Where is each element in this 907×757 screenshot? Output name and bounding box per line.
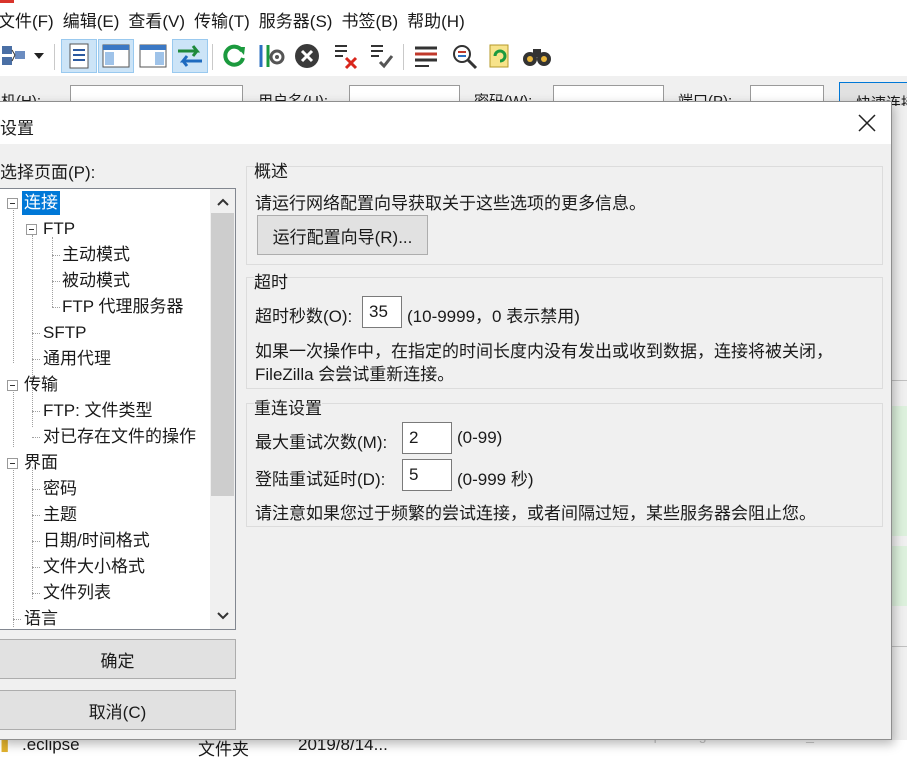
compare-icon[interactable] [446, 39, 482, 73]
run-wizard-button[interactable]: 运行配置向导(R)... [257, 215, 428, 255]
cancel-icon[interactable] [289, 39, 325, 73]
reconnect-icon[interactable] [363, 39, 399, 73]
settings-page-tree[interactable]: 连接 FTP 主动模式 被动模式 FTP 代理服务器 SFTP 通用代理 传输 … [0, 188, 236, 630]
reconnect-title: 重连设置 [254, 394, 322, 419]
ok-button[interactable]: 确定 [0, 639, 236, 679]
cancel-button[interactable]: 取消(C) [0, 690, 236, 730]
search-icon[interactable] [519, 39, 555, 73]
directory-filter-icon[interactable] [408, 39, 444, 73]
site-manager-icon[interactable] [0, 39, 28, 73]
menu-server[interactable]: 服务器(S) [259, 7, 342, 32]
tree-item-generic-proxy[interactable]: 通用代理 [43, 347, 111, 371]
menu-view[interactable]: 查看(V) [128, 7, 194, 32]
tree-item-connection[interactable]: 连接 [22, 191, 60, 215]
timeout-label: 超时秒数(O): [255, 307, 353, 326]
tree-item-active-mode[interactable]: 主动模式 [62, 243, 130, 267]
settings-dialog: 设置 选择页面(P): 连接 FTP 主动模式 被动模式 FTP 代理服务器 S… [0, 101, 892, 740]
tree-item-ftp-proxy[interactable]: FTP 代理服务器 [62, 295, 184, 319]
close-icon[interactable] [848, 108, 886, 138]
window-edge-mark [0, 0, 14, 3]
retries-input[interactable]: 2 [402, 422, 452, 454]
reconnect-note: 请注意如果您过于频繁的尝试连接，或者间隔过短，某些服务器会阻止您。 [255, 504, 816, 523]
dialog-titlebar: 设置 [0, 102, 891, 144]
timeout-hint: (10-9999，0 表示禁用) [407, 307, 580, 326]
tree-collapse-icon[interactable] [7, 380, 18, 391]
sync-browse-icon[interactable] [482, 39, 518, 73]
tree-item-passive-mode[interactable]: 被动模式 [62, 269, 130, 293]
tree-item-date-time-format[interactable]: 日期/时间格式 [43, 529, 150, 553]
menu-bar: 文件(F) 编辑(E) 查看(V) 传输(T) 服务器(S) 书签(B) 帮助(… [0, 0, 907, 38]
toolbar [0, 38, 907, 76]
tree-collapse-icon[interactable] [26, 224, 37, 235]
scroll-up-icon[interactable] [210, 191, 235, 213]
tree-scrollbar[interactable] [210, 189, 235, 629]
scroll-down-icon[interactable] [210, 605, 235, 627]
select-page-label: 选择页面(P): [0, 163, 96, 182]
scrollbar-thumb[interactable] [211, 213, 234, 496]
tree-item-file-lists[interactable]: 文件列表 [43, 581, 111, 605]
timeout-input[interactable]: 35 [362, 296, 402, 328]
dialog-title: 设置 [0, 119, 34, 138]
tree-item-interface[interactable]: 界面 [24, 451, 58, 475]
timeout-desc-line2: FileZilla 会尝试重新连接。 [255, 365, 455, 384]
menu-edit[interactable]: 编辑(E) [63, 7, 129, 32]
menu-help[interactable]: 帮助(H) [407, 7, 474, 32]
tree-item-themes[interactable]: 主题 [43, 503, 77, 527]
disconnect-icon[interactable] [327, 39, 363, 73]
tree-item-filesize-format[interactable]: 文件大小格式 [43, 555, 145, 579]
background-panel [892, 106, 907, 757]
tree-item-transfers[interactable]: 传输 [24, 373, 58, 397]
retries-hint: (0-99) [457, 428, 503, 447]
dropdown-arrow-icon[interactable] [30, 39, 48, 73]
refresh-icon[interactable] [216, 39, 252, 73]
tree-collapse-icon[interactable] [7, 198, 18, 209]
tree-collapse-icon[interactable] [7, 458, 18, 469]
delay-input[interactable]: 5 [402, 459, 452, 491]
tree-item-passwords[interactable]: 密码 [43, 477, 77, 501]
tree-item-ftp-filetypes[interactable]: FTP: 文件类型 [43, 399, 153, 423]
toggle-message-log-icon[interactable] [61, 39, 97, 73]
tree-item-sftp[interactable]: SFTP [43, 321, 86, 345]
menu-bookmarks[interactable]: 书签(B) [341, 7, 407, 32]
delay-hint: (0-999 秒) [457, 470, 534, 489]
tree-item-ftp[interactable]: FTP [43, 217, 75, 241]
overview-title: 概述 [254, 157, 288, 182]
retries-label: 最大重试次数(M): [255, 433, 388, 452]
tree-item-file-exists-action[interactable]: 对已存在文件的操作 [43, 425, 196, 449]
toggle-queue-icon[interactable] [172, 39, 208, 73]
process-queue-icon[interactable] [252, 39, 288, 73]
delay-label: 登陆重试延时(D): [255, 470, 386, 489]
timeout-title: 超时 [254, 268, 288, 293]
overview-text: 请运行网络配置向导获取关于这些选项的更多信息。 [255, 194, 646, 213]
toggle-local-tree-icon[interactable] [98, 39, 134, 73]
timeout-desc-line1: 如果一次操作中，在指定的时间长度内没有发出或收到数据，连接将被关闭， [255, 342, 833, 361]
tree-item-language[interactable]: 语言 [24, 607, 58, 629]
menu-file[interactable]: 文件(F) [0, 7, 63, 32]
toggle-remote-tree-icon[interactable] [135, 39, 171, 73]
menu-transfer[interactable]: 传输(T) [194, 7, 259, 32]
